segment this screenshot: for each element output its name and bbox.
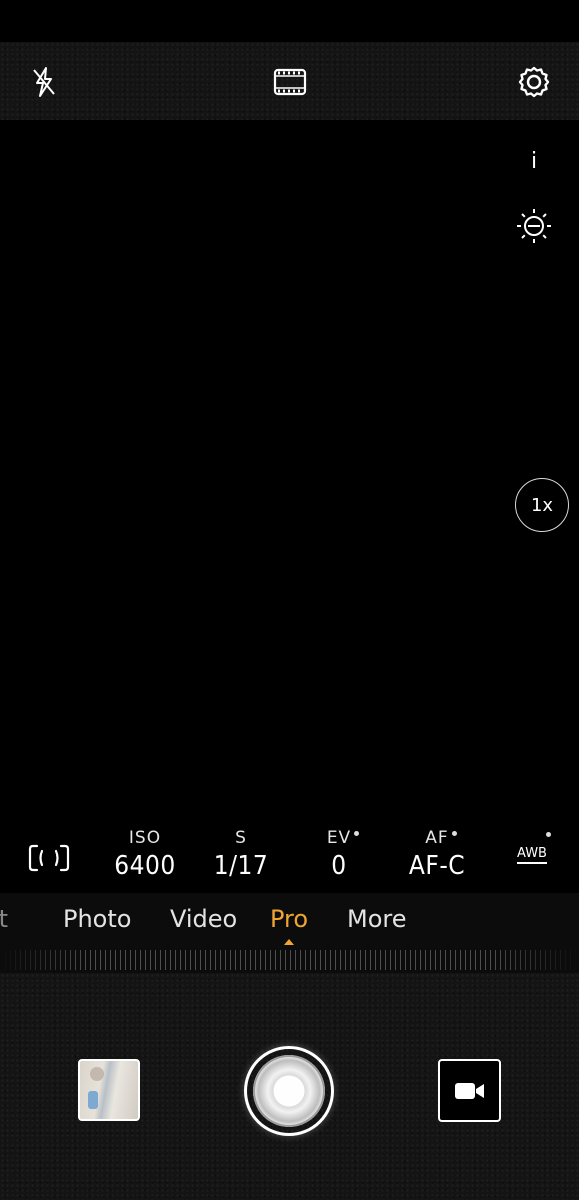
status-bar <box>0 0 579 42</box>
focus-indicator-dot <box>451 831 457 836</box>
mode-more[interactable]: More <box>347 905 407 933</box>
thumbnail-detail <box>90 1067 104 1081</box>
mode-video[interactable]: Video <box>170 905 237 933</box>
exposure-indicator-dot <box>354 831 360 836</box>
white-balance-control[interactable]: AWB <box>512 846 552 870</box>
info-label: i <box>530 148 538 174</box>
video-camera-icon <box>454 1082 484 1099</box>
shutter-button-inner <box>253 1055 325 1127</box>
shutter-button[interactable] <box>244 1046 334 1136</box>
focus-mode-value: AF-C <box>408 851 466 881</box>
info-icon[interactable]: i <box>518 143 550 179</box>
brightness-icon[interactable] <box>508 200 560 252</box>
video-record-button[interactable] <box>438 1059 501 1122</box>
iso-label: ISO <box>128 828 162 848</box>
flash-off-icon[interactable] <box>22 62 66 102</box>
shutter-speed-value: 1/17 <box>213 851 269 881</box>
shutter-speed-control[interactable]: S 1/17 <box>196 828 286 881</box>
exposure-label: EV <box>326 828 352 848</box>
exposure-control[interactable]: EV 0 <box>300 828 378 881</box>
mode-portrait[interactable]: it <box>0 905 8 933</box>
focus-mode-label: AF <box>425 828 449 848</box>
iso-control[interactable]: ISO 6400 <box>100 828 190 881</box>
thumbnail-detail <box>88 1091 98 1109</box>
white-balance-label: AWB <box>517 846 547 864</box>
filmstrip-icon[interactable] <box>266 62 314 102</box>
mode-pro[interactable]: Pro <box>270 905 308 933</box>
settings-icon[interactable] <box>510 58 558 106</box>
pro-controls-row <box>0 825 579 893</box>
mode-scroll-ticks[interactable] <box>0 950 579 970</box>
camera-viewfinder[interactable] <box>0 120 579 825</box>
gallery-thumbnail[interactable] <box>78 1059 140 1121</box>
metering-mode-icon[interactable] <box>28 843 70 873</box>
selected-mode-indicator <box>284 939 294 945</box>
focus-mode-control[interactable]: AF AF-C <box>392 828 482 881</box>
iso-value: 6400 <box>114 851 176 881</box>
zoom-button[interactable]: 1x <box>515 478 569 532</box>
zoom-label: 1x <box>530 494 554 516</box>
white-balance-indicator-dot <box>546 832 551 837</box>
mode-photo[interactable]: Photo <box>63 905 131 933</box>
shutter-speed-label: S <box>235 828 247 848</box>
exposure-value: 0 <box>331 851 347 881</box>
